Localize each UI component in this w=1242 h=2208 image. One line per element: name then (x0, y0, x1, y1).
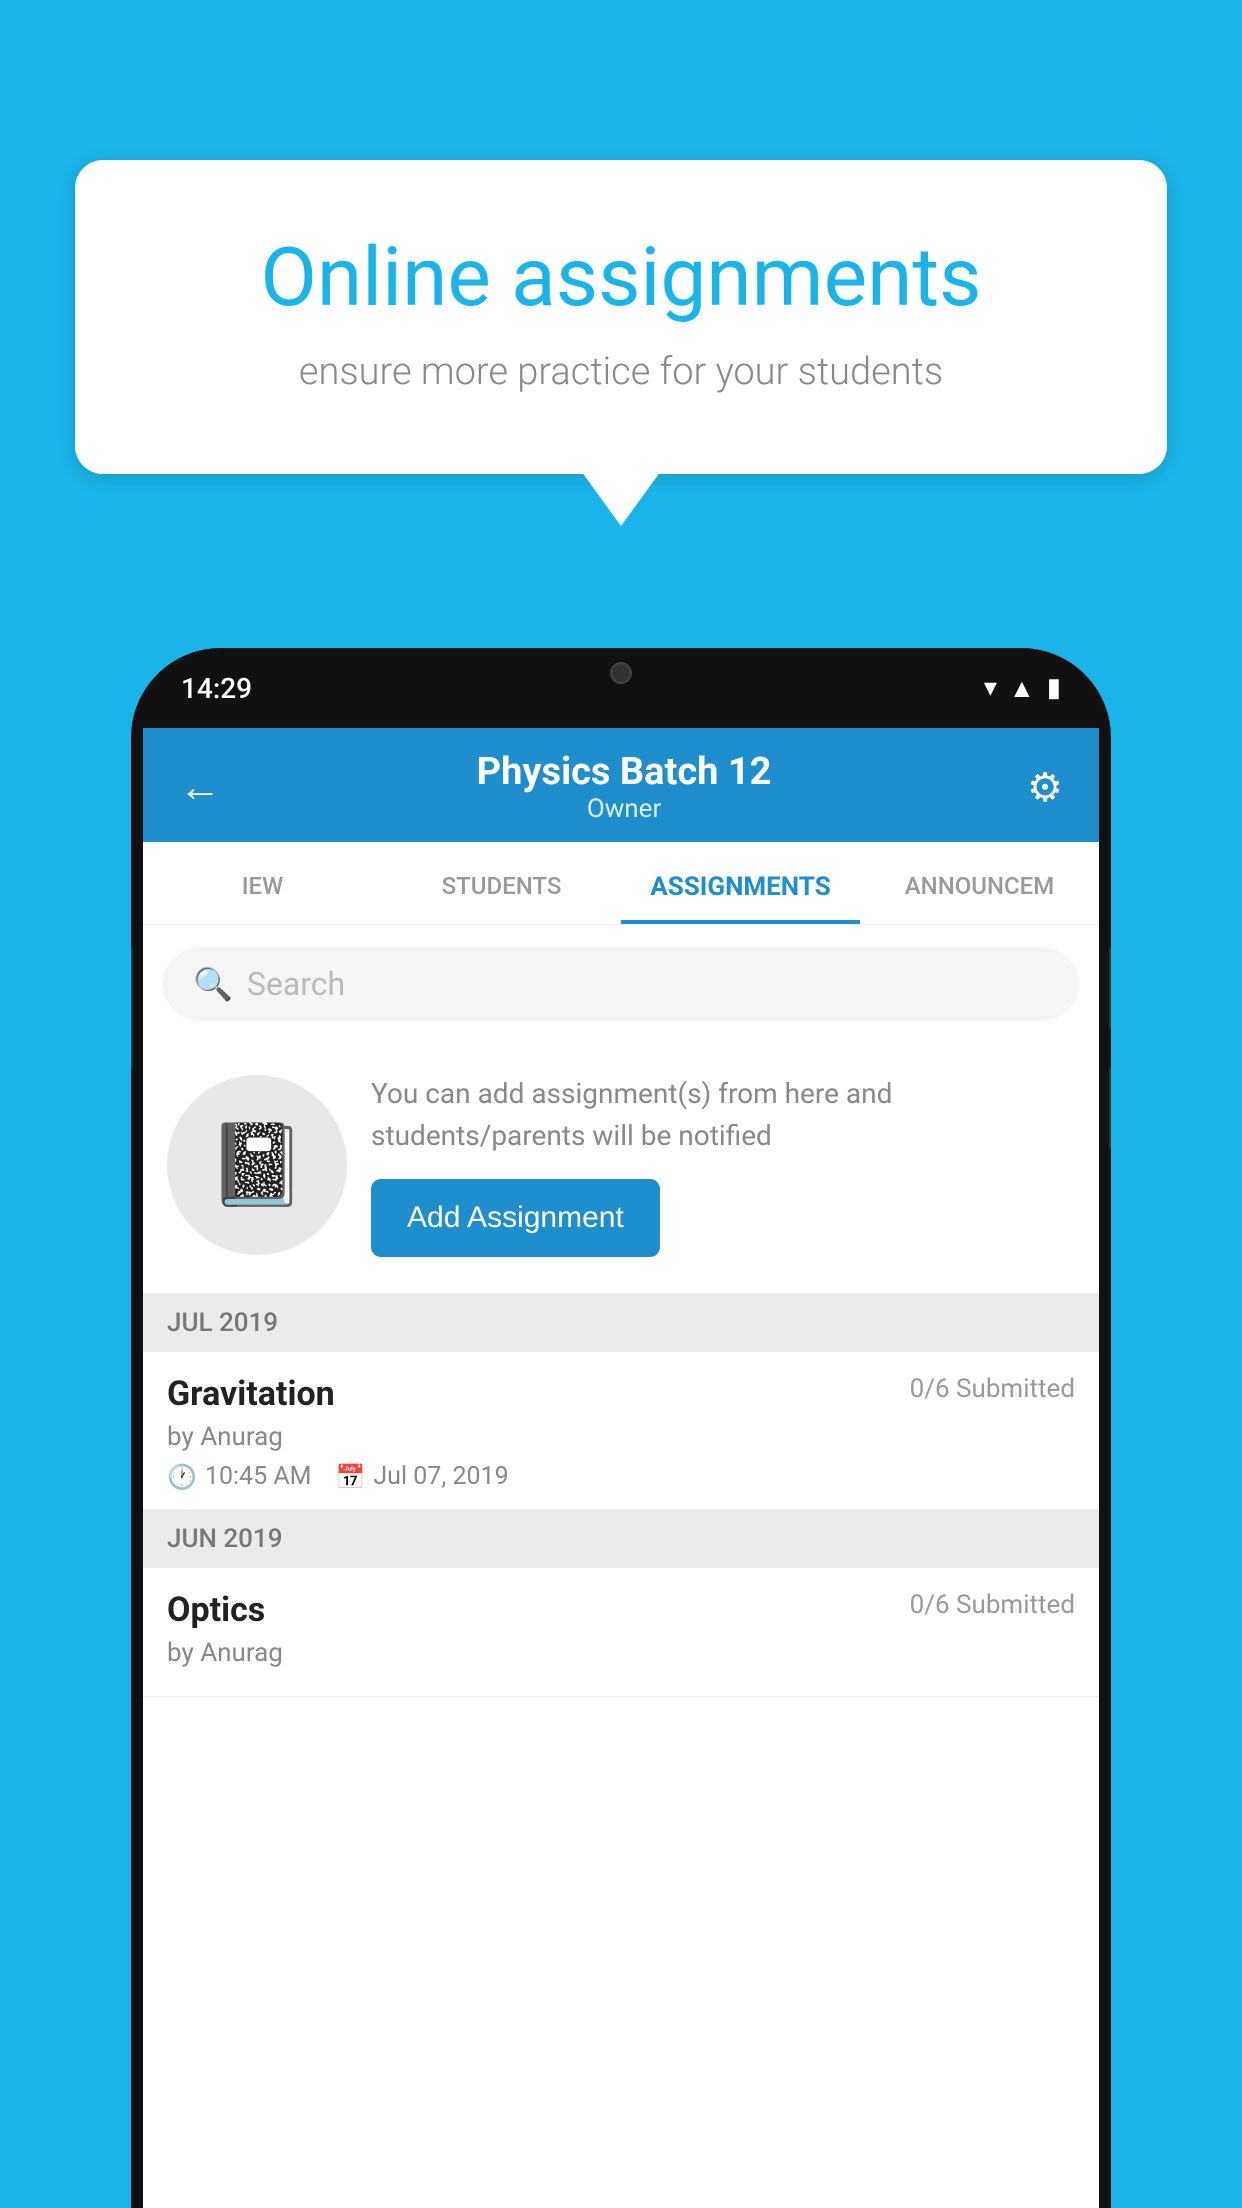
assignment-name-optics: Optics (167, 1590, 265, 1630)
search-icon: 🔍 (193, 965, 233, 1003)
search-bar[interactable]: 🔍 Search (163, 947, 1079, 1021)
assignment-name: Gravitation (167, 1374, 335, 1414)
batch-subtitle: Owner (477, 794, 772, 824)
empty-description: You can add assignment(s) from here and … (371, 1073, 1075, 1157)
assignment-icon-circle: 📓 (167, 1075, 347, 1255)
add-assignment-button[interactable]: Add Assignment (371, 1179, 660, 1257)
empty-text-area: You can add assignment(s) from here and … (371, 1073, 1075, 1257)
bubble-subtitle: ensure more practice for your students (155, 350, 1087, 394)
signal-icon: ▲ (1009, 673, 1035, 704)
status-time: 14:29 (181, 672, 252, 705)
notch (551, 648, 691, 698)
back-button[interactable]: ← (179, 763, 221, 812)
settings-icon[interactable]: ⚙ (1027, 764, 1063, 811)
speech-bubble: Online assignments ensure more practice … (75, 160, 1167, 474)
clock-icon: 🕐 (167, 1463, 197, 1491)
phone-frame: 14:29 ▾ ▲ ▮ ← Physics Batch 12 Owner ⚙ I… (131, 648, 1111, 2208)
assignment-author-optics: by Anurag (167, 1638, 1075, 1668)
notebook-icon: 📓 (207, 1118, 307, 1212)
status-bar: 14:29 ▾ ▲ ▮ (131, 648, 1111, 728)
assignment-author: by Anurag (167, 1422, 1075, 1452)
assignment-meta: 🕐 10:45 AM 📅 Jul 07, 2019 (167, 1462, 1075, 1491)
volume-down-button (1109, 1068, 1111, 1148)
status-icons: ▾ ▲ ▮ (984, 673, 1061, 704)
assignment-top-optics: Optics 0/6 Submitted (167, 1590, 1075, 1630)
tab-announcements[interactable]: ANNOUNCEM (860, 842, 1099, 924)
app-header: ← Physics Batch 12 Owner ⚙ (143, 728, 1099, 842)
meta-date: 📅 Jul 07, 2019 (335, 1462, 508, 1491)
assignment-gravitation[interactable]: Gravitation 0/6 Submitted by Anurag 🕐 10… (143, 1352, 1099, 1510)
assignment-date: Jul 07, 2019 (373, 1462, 508, 1491)
assignment-top: Gravitation 0/6 Submitted (167, 1374, 1075, 1414)
tab-iew[interactable]: IEW (143, 842, 382, 924)
power-button (131, 948, 133, 1068)
tabs-bar: IEW STUDENTS ASSIGNMENTS ANNOUNCEM (143, 842, 1099, 925)
search-input[interactable]: Search (247, 965, 345, 1003)
wifi-icon: ▾ (984, 673, 997, 703)
section-jun-2019: JUN 2019 (143, 1510, 1099, 1568)
batch-title: Physics Batch 12 (477, 750, 772, 794)
assignment-submitted-optics: 0/6 Submitted (910, 1590, 1075, 1620)
bubble-title: Online assignments (155, 230, 1087, 326)
calendar-icon: 📅 (335, 1463, 365, 1491)
header-center: Physics Batch 12 Owner (477, 750, 772, 824)
meta-time: 🕐 10:45 AM (167, 1462, 311, 1491)
section-jul-2019: JUL 2019 (143, 1294, 1099, 1352)
assignment-optics[interactable]: Optics 0/6 Submitted by Anurag (143, 1568, 1099, 1697)
empty-state: 📓 You can add assignment(s) from here an… (143, 1043, 1099, 1294)
volume-up-button (1109, 948, 1111, 1028)
phone-screen: ← Physics Batch 12 Owner ⚙ IEW STUDENTS … (143, 728, 1099, 2208)
tab-assignments[interactable]: ASSIGNMENTS (621, 842, 860, 924)
assignment-time: 10:45 AM (205, 1462, 312, 1491)
assignment-submitted: 0/6 Submitted (910, 1374, 1075, 1404)
tab-students[interactable]: STUDENTS (382, 842, 621, 924)
battery-icon: ▮ (1047, 673, 1061, 703)
camera-icon (610, 662, 632, 684)
